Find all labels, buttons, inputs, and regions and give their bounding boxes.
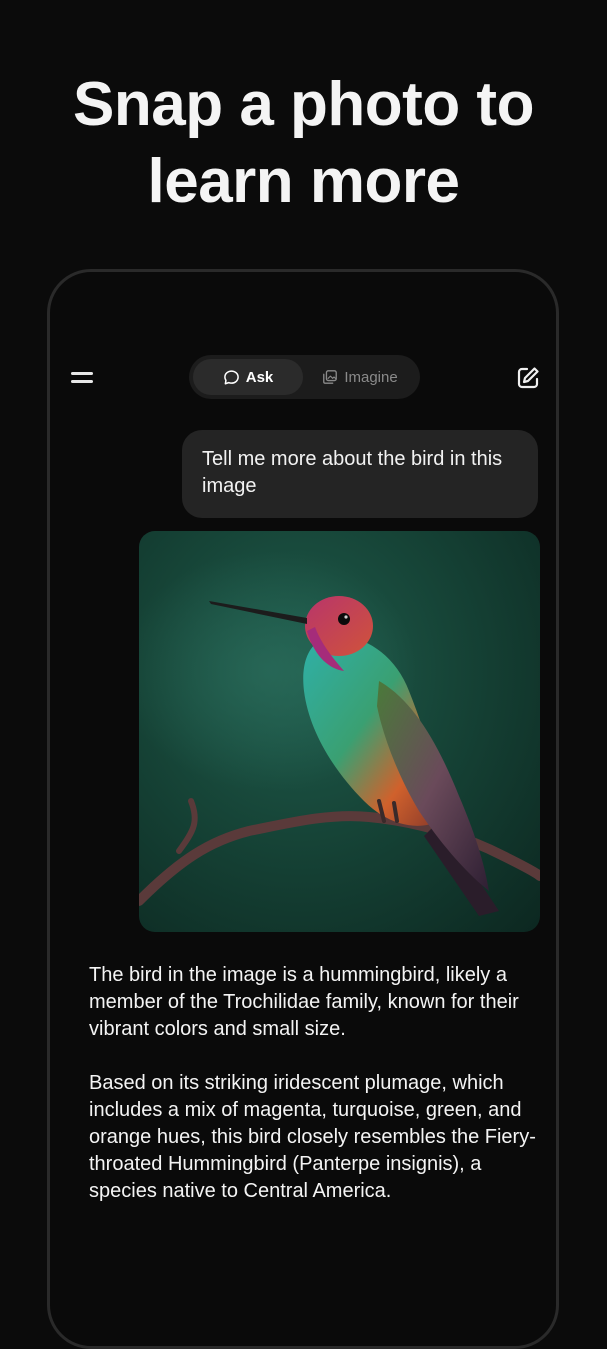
headline: Snap a photo to learn more bbox=[73, 70, 534, 216]
tab-imagine[interactable]: Imagine bbox=[305, 359, 415, 395]
hummingbird-photo bbox=[139, 531, 540, 932]
new-chat-button[interactable] bbox=[514, 364, 542, 392]
menu-button[interactable] bbox=[68, 366, 96, 390]
user-message-bubble: Tell me more about the bird in this imag… bbox=[182, 430, 538, 518]
user-message-text: Tell me more about the bird in this imag… bbox=[202, 448, 503, 497]
image-stack-icon bbox=[322, 369, 338, 385]
mode-toggle: Ask Imagine bbox=[189, 355, 420, 399]
phone-frame: Ask Imagine Tell me more about the bird … bbox=[47, 269, 559, 1349]
tab-ask[interactable]: Ask bbox=[193, 359, 303, 395]
assistant-response: The bird in the image is a hummingbird, … bbox=[89, 962, 539, 1232]
response-paragraph: Based on its striking iridescent plumage… bbox=[89, 1072, 536, 1202]
tab-ask-label: Ask bbox=[245, 368, 274, 386]
chat-bubble-icon bbox=[223, 369, 240, 386]
edit-icon bbox=[514, 367, 542, 396]
response-paragraph: The bird in the image is a hummingbird, … bbox=[89, 964, 519, 1040]
tab-imagine-label: Imagine bbox=[344, 368, 398, 386]
